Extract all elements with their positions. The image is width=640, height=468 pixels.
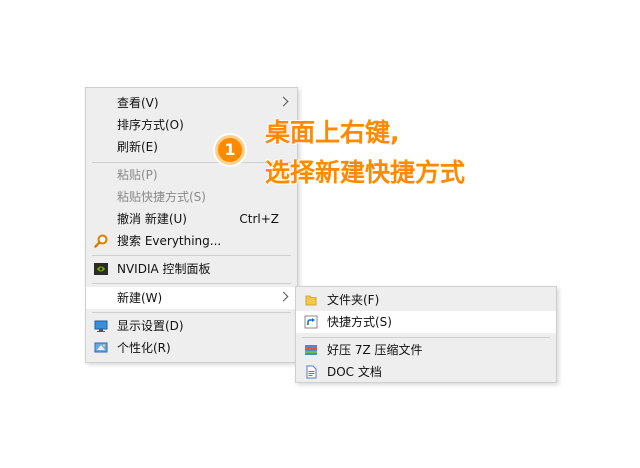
menu-item-label: 个性化(R)	[117, 341, 171, 355]
submenu-item-label: DOC 文档	[327, 365, 382, 379]
menu-item-label: NVIDIA 控制面板	[117, 262, 211, 276]
submenu-item-label: 好压 7Z 压缩文件	[327, 343, 423, 357]
submenu-item-label: 快捷方式(S)	[327, 315, 392, 329]
menu-item-search-everything[interactable]: 搜索 Everything...	[86, 230, 297, 252]
submenu-item-label: 文件夹(F)	[327, 293, 380, 307]
menu-item-label: 粘贴(P)	[117, 168, 158, 182]
submenu-item-7z-archive[interactable]: 好压 7Z 压缩文件	[296, 339, 556, 361]
chevron-right-icon	[278, 291, 289, 302]
archive-icon	[305, 345, 317, 355]
magnifier-icon	[94, 234, 108, 248]
menu-item-label: 刷新(E)	[117, 140, 158, 154]
chevron-right-icon	[278, 96, 289, 107]
shortcut-icon	[304, 315, 318, 329]
menu-separator	[92, 283, 291, 284]
menu-separator	[92, 255, 291, 256]
menu-item-label: 撤消 新建(U)	[117, 212, 187, 226]
new-submenu: 文件夹(F) 快捷方式(S) 好压 7Z 压缩文件 DOC 文档	[295, 286, 557, 383]
menu-item-label: 粘贴快捷方式(S)	[117, 190, 206, 204]
menu-item-personalize[interactable]: 个性化(R)	[86, 337, 297, 359]
menu-item-label: 搜索 Everything...	[117, 234, 222, 248]
display-icon	[94, 320, 108, 332]
doc-file-icon	[306, 365, 317, 379]
menu-separator	[302, 337, 550, 338]
submenu-item-folder[interactable]: 文件夹(F)	[296, 289, 556, 311]
menu-item-display-settings[interactable]: 显示设置(D)	[86, 315, 297, 337]
menu-item-label: 排序方式(O)	[117, 118, 184, 132]
menu-separator	[92, 312, 291, 313]
menu-item-label: 新建(W)	[117, 291, 163, 305]
nvidia-icon	[94, 263, 108, 275]
submenu-item-doc-document[interactable]: DOC 文档	[296, 361, 556, 383]
annotation-line-2: 选择新建快捷方式	[265, 158, 466, 187]
menu-item-new[interactable]: 新建(W)	[86, 287, 297, 309]
personalize-icon	[94, 342, 108, 353]
menu-item-undo-new[interactable]: 撤消 新建(U) Ctrl+Z	[86, 208, 297, 230]
submenu-item-shortcut[interactable]: 快捷方式(S)	[296, 311, 556, 333]
menu-item-nvidia-control-panel[interactable]: NVIDIA 控制面板	[86, 258, 297, 280]
folder-icon	[305, 295, 317, 306]
step-number-badge: 1	[215, 135, 245, 165]
menu-item-view[interactable]: 查看(V)	[86, 92, 297, 114]
menu-item-label: 查看(V)	[117, 96, 159, 110]
menu-separator	[92, 162, 291, 163]
menu-item-label: 显示设置(D)	[117, 319, 184, 333]
menu-item-shortcut: Ctrl+Z	[239, 212, 279, 226]
menu-item-paste-shortcut[interactable]: 粘贴快捷方式(S)	[86, 186, 297, 208]
annotation-line-1: 桌面上右键,	[265, 118, 400, 147]
